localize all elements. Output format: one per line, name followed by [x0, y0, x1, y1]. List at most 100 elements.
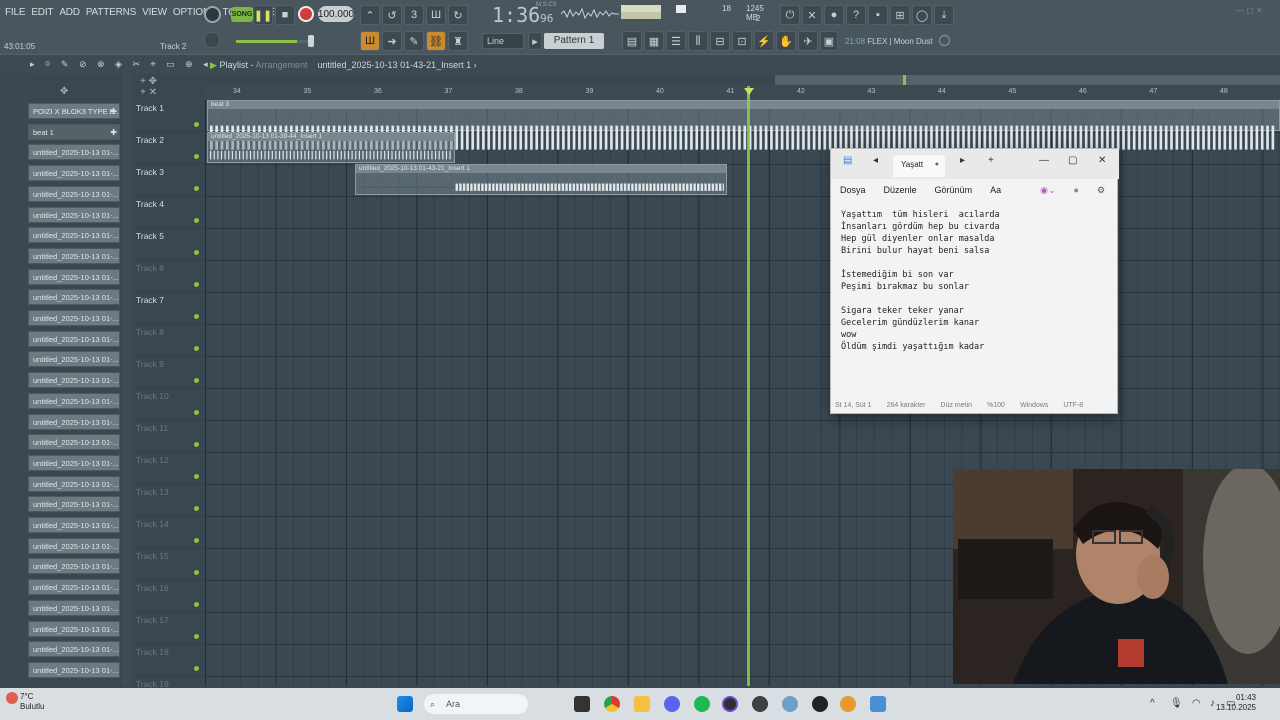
chat-icon[interactable]: ◯ — [912, 5, 932, 25]
channel-item[interactable]: untitled_2025-10-13 01-... — [28, 661, 120, 678]
track-header[interactable]: Track 9 — [133, 356, 203, 388]
channel-rack-icon[interactable]: ☰ — [666, 31, 686, 51]
channel-item[interactable]: untitled_2025-10-13 01-... — [28, 165, 120, 182]
weather-widget[interactable]: 7°C Bulutlu — [20, 692, 44, 712]
channel-item[interactable]: untitled_2025-10-13 01-... — [28, 289, 120, 306]
track-header[interactable]: Track 2 — [133, 132, 203, 164]
globe-icon[interactable] — [939, 35, 950, 46]
channel-item[interactable]: untitled_2025-10-13 01-... — [28, 392, 120, 409]
record-button[interactable] — [298, 6, 314, 22]
audio-clip[interactable]: untitled_2025-10-13 01-43-21_Insert 1 — [355, 164, 727, 195]
channel-item[interactable]: untitled_2025-10-13 01-... — [28, 330, 120, 347]
track-header[interactable]: Track 12 — [133, 452, 203, 484]
channel-item[interactable]: untitled_2025-10-13 01-... — [28, 351, 120, 368]
playlist-view-icon[interactable]: ▤ — [622, 31, 642, 51]
channel-item[interactable]: untitled_2025-10-13 01-... — [28, 310, 120, 326]
track-header[interactable]: Track 1 — [133, 100, 203, 132]
track-enable-led[interactable] — [194, 378, 199, 383]
stop-button[interactable]: ■ — [275, 5, 295, 25]
track-enable-led[interactable] — [194, 154, 199, 159]
speaker-icon[interactable]: ✈ — [798, 31, 818, 51]
pause-button[interactable]: ❚❚ — [253, 5, 273, 25]
stamp-icon[interactable]: ♜ — [448, 31, 468, 51]
playlist-play-icon[interactable]: ▶ — [210, 60, 217, 70]
discord-icon[interactable] — [664, 696, 680, 712]
track-header[interactable]: Track 11 — [133, 420, 203, 452]
minimize-icon[interactable]: — — [1039, 155, 1049, 166]
channel-item[interactable]: untitled_2025-10-13 01-... — [28, 144, 120, 161]
timeline-ruler[interactable]: 34 35 36 37 38 39 40 41 42 43 44 45 46 47 48 — [205, 86, 1280, 100]
plug-icon[interactable]: ⚡ — [754, 31, 774, 51]
channel-item[interactable]: untitled_2025-10-13 01-... — [28, 434, 120, 451]
track-header[interactable]: Track 5 — [133, 228, 203, 260]
tray-chevron-icon[interactable]: ^ — [1150, 698, 1155, 709]
pattern-arrow-icon[interactable]: ▸ — [528, 32, 542, 50]
wifi-icon[interactable]: ◠ — [1192, 698, 1201, 709]
expand-icon[interactable]: ✚ — [110, 104, 117, 118]
track-enable-led[interactable] — [194, 410, 199, 415]
track-header[interactable]: Track 6 — [133, 260, 203, 292]
track-enable-led[interactable] — [194, 666, 199, 671]
fruity-icon[interactable] — [840, 696, 856, 712]
taskbar-clock[interactable]: 01:43 13.10.2025 — [1216, 693, 1256, 713]
channel-item[interactable]: untitled_2025-10-13 01-... — [28, 599, 120, 616]
track-enable-led[interactable] — [194, 634, 199, 639]
channel-item[interactable]: untitled_2025-10-13 01-... — [28, 227, 120, 244]
settings-icon[interactable]: ⚙ — [1097, 185, 1105, 196]
menu-patterns[interactable]: PATTERNS — [86, 7, 136, 18]
obs-icon[interactable] — [722, 696, 738, 712]
menu-view[interactable]: VIEW — [142, 7, 167, 18]
track-enable-led[interactable] — [194, 538, 199, 543]
track-header[interactable]: Track 18 — [133, 644, 203, 676]
master-volume-handle[interactable] — [308, 35, 314, 47]
track-enable-led[interactable] — [194, 474, 199, 479]
track-enable-led[interactable] — [194, 218, 199, 223]
song-mode-button[interactable]: SONG — [231, 7, 253, 22]
settings-gear-icon[interactable] — [782, 696, 798, 712]
master-volume-slider[interactable] — [236, 40, 312, 43]
track-enable-led[interactable] — [194, 442, 199, 447]
profile-icon[interactable]: ● — [1074, 185, 1079, 195]
notepad-text-area[interactable]: Yaşattım tüm hisleri acılarda İnsanları g… — [841, 209, 1000, 353]
spotify-icon[interactable] — [694, 696, 710, 712]
expand-icon[interactable]: ✚ — [110, 125, 117, 139]
link-icon[interactable]: ⛓ — [426, 31, 446, 51]
track-enable-led[interactable] — [194, 506, 199, 511]
track-enable-led[interactable] — [194, 186, 199, 191]
new-tab-icon[interactable]: + — [988, 155, 994, 166]
plugin-info[interactable]: 21:08 FLEX | Moon Dust — [845, 37, 932, 46]
taskbar-search[interactable]: ⌕ Ara — [424, 694, 528, 714]
pencil-icon[interactable]: ✎ — [404, 31, 424, 51]
channel-item[interactable]: untitled_2025-10-13 01-... — [28, 268, 120, 285]
arrow-icon[interactable]: ➜ — [382, 31, 402, 51]
channel-item[interactable]: untitled_2025-10-13 01-... — [28, 247, 120, 264]
fl-studio-icon[interactable] — [812, 696, 828, 712]
channel-item[interactable]: untitled_2025-10-13 01-... — [28, 372, 120, 389]
track-header[interactable]: Track 7 — [133, 292, 203, 324]
menu-dosya[interactable]: Dosya — [840, 185, 866, 195]
online-icon[interactable]: ⏻ — [780, 5, 800, 25]
playhead-marker[interactable] — [744, 88, 754, 95]
track-enable-led[interactable] — [194, 282, 199, 287]
audio-clip[interactable]: beat 3 — [207, 100, 1280, 150]
metronome-icon[interactable]: ⌃ — [360, 5, 380, 25]
track-header[interactable]: Track 4 — [133, 196, 203, 228]
track-enable-led[interactable] — [194, 570, 199, 575]
track-enable-led[interactable] — [194, 602, 199, 607]
plugin-list-icon[interactable]: ▣ — [820, 31, 838, 51]
wait-icon[interactable]: ↺ — [382, 5, 402, 25]
weather-icon[interactable] — [6, 692, 18, 704]
touch-icon[interactable]: ✋ — [776, 31, 796, 51]
tab-next-icon[interactable]: ▸ — [960, 155, 965, 166]
channel-item[interactable]: untitled_2025-10-13 01-... — [28, 620, 120, 637]
channel-item[interactable]: untitled_2025-10-13 01-... — [28, 475, 120, 492]
loop-record-icon[interactable]: ↻ — [448, 5, 468, 25]
channel-item[interactable]: untitled_2025-10-13 01-... — [28, 517, 120, 533]
audio-clip[interactable]: untitled_2025-10-13 01-39-44_Insert 1 — [207, 132, 455, 163]
tab-prev-icon[interactable]: ◂ — [873, 155, 878, 166]
track-header[interactable]: Track 13 — [133, 484, 203, 516]
notepad-icon[interactable] — [870, 696, 886, 712]
browser-icon[interactable]: ⊟ — [710, 31, 730, 51]
countdown-icon[interactable]: 3 — [404, 5, 424, 25]
menu-duzenle[interactable]: Düzenle — [884, 185, 917, 195]
